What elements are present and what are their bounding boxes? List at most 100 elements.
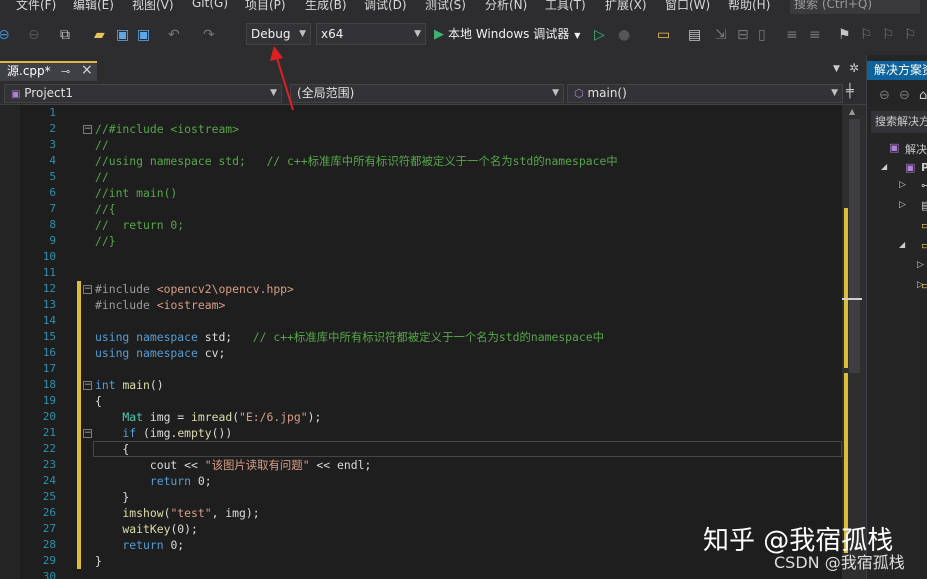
home-icon[interactable]: ⌂ — [919, 88, 927, 103]
menu-help[interactable]: 帮助(H) — [728, 0, 770, 13]
tab-list-icon[interactable]: ▼ — [833, 64, 840, 74]
code-token: using namespace — [95, 330, 205, 344]
back-icon[interactable]: ⊖ — [879, 88, 890, 103]
code-token: //{ — [95, 202, 116, 216]
project-item[interactable]: P — [921, 161, 927, 174]
menu-tools[interactable]: 工具(T) — [545, 0, 586, 13]
line-number: 3 — [49, 138, 56, 151]
solution-explorer-icon[interactable]: ▭ — [657, 27, 670, 43]
line-number: 29 — [42, 554, 56, 567]
expand-icon[interactable]: ◢ — [899, 240, 905, 249]
menu-project[interactable]: 项目(P) — [245, 0, 286, 13]
change-indicator — [77, 297, 81, 313]
code-token: , img); — [211, 506, 260, 520]
scroll-thumb[interactable] — [849, 119, 860, 373]
line-number: 1 — [49, 106, 56, 119]
split-icon[interactable]: ╪ — [846, 84, 854, 99]
undo-icon[interactable]: ↶ — [168, 27, 180, 43]
expand-icon[interactable]: ▷ — [917, 260, 924, 270]
line-number: 26 — [42, 506, 56, 519]
clear-bookmark-icon[interactable]: ⚐ — [904, 27, 917, 43]
menu-extensions[interactable]: 扩展(X) — [605, 0, 647, 13]
code-token: cout << — [95, 458, 205, 472]
gear-icon[interactable]: ✲ — [849, 61, 859, 75]
scroll-up-icon[interactable]: ▲ — [849, 107, 855, 116]
new-item-icon[interactable]: ⧉ — [60, 27, 70, 43]
config-dropdown[interactable]: Debug ▼ — [246, 23, 311, 45]
change-indicator — [77, 425, 81, 441]
code-token: return — [95, 474, 198, 488]
collapse-icon[interactable]: − — [83, 125, 92, 134]
expand-icon[interactable]: ◢ — [881, 162, 887, 171]
bookmark-icon[interactable]: ▯ — [758, 27, 766, 43]
code-line: //int main() — [95, 185, 177, 201]
layout-icon[interactable]: ▤ — [688, 27, 701, 43]
breakpoint-icon[interactable]: ⊟ — [737, 27, 749, 43]
back-icon[interactable]: ⊖ — [0, 27, 10, 43]
code-token: "test" — [170, 506, 212, 520]
code-token: <opencv2\opencv.hpp> — [156, 282, 294, 296]
code-line: //using namespace std; // c++标准库中所有标识符都被… — [95, 153, 618, 169]
line-number: 18 — [42, 378, 56, 391]
project-dropdown[interactable]: ▣ Project1 ▼ — [4, 84, 282, 103]
scope-dropdown[interactable]: (全局范围) ▼ — [290, 84, 564, 103]
code-token: <iostream> — [156, 298, 226, 312]
line-number: 27 — [42, 522, 56, 535]
save-icon[interactable]: ▣ — [116, 27, 129, 43]
collapse-icon[interactable]: − — [83, 285, 92, 294]
code-token: ()) — [211, 426, 233, 440]
expand-icon[interactable]: ▷ — [899, 180, 906, 190]
solution-item[interactable]: 解决 — [905, 141, 927, 157]
menu-analyze[interactable]: 分析(N) — [485, 0, 527, 13]
open-folder-icon[interactable]: ▰ — [94, 27, 105, 43]
step-icon[interactable]: ⇲ — [715, 27, 727, 43]
forward-icon[interactable]: ⊖ — [28, 27, 40, 43]
menu-edit[interactable]: 编辑(E) — [73, 0, 114, 13]
menu-debug[interactable]: 调试(D) — [364, 0, 407, 13]
menu-test[interactable]: 测试(S) — [425, 0, 466, 13]
code-line: if (img.empty()) — [95, 425, 232, 441]
hot-reload-icon[interactable]: ● — [618, 27, 630, 43]
forward-icon[interactable]: ⊖ — [899, 88, 910, 103]
navigation-bar: ▣ Project1 ▼ (全局范围) ▼ ⬡ main() ▼ ╪ — [0, 81, 866, 105]
menu-file[interactable]: 文件(F) — [16, 0, 56, 13]
menu-git[interactable]: Git(G) — [192, 0, 228, 10]
redo-icon[interactable]: ↷ — [203, 27, 215, 43]
vertical-scrollbar[interactable]: ▲ — [842, 105, 866, 579]
save-all-icon[interactable]: ▣ — [137, 27, 150, 43]
code-token: 0; — [197, 474, 212, 488]
code-token: #include — [95, 282, 157, 296]
bookmark-toggle-icon[interactable]: ⚑ — [838, 27, 851, 43]
expand-icon[interactable]: ▷ — [899, 200, 906, 210]
solution-search[interactable]: 搜索解决方 — [871, 111, 927, 133]
code-token: return — [95, 538, 171, 552]
tab-source-cpp[interactable]: 源.cpp* ⊸ × — [0, 61, 97, 81]
line-number: 10 — [42, 250, 56, 263]
collapse-icon[interactable]: − — [83, 381, 92, 390]
code-token: (0); — [170, 522, 198, 536]
next-bookmark-icon[interactable]: ⚐ — [882, 27, 895, 43]
prev-bookmark-icon[interactable]: ⚐ — [860, 27, 873, 43]
comment-icon[interactable]: ≡ — [786, 27, 798, 43]
line-number: 19 — [42, 394, 56, 407]
start-without-debug-icon[interactable]: ▷ — [594, 27, 605, 43]
code-token: Mat — [95, 410, 150, 424]
menu-window[interactable]: 窗口(W) — [665, 0, 710, 13]
uncomment-icon[interactable]: ≡ — [809, 27, 821, 43]
code-line: { — [95, 393, 102, 409]
run-debugger-button[interactable]: ▶ 本地 Windows 调试器 ▼ — [434, 23, 580, 45]
config-value: Debug — [251, 27, 291, 41]
line-number: 12 — [42, 282, 56, 295]
close-icon[interactable]: × — [81, 62, 93, 79]
pin-icon[interactable]: ⊸ — [61, 63, 70, 80]
collapse-icon[interactable]: − — [83, 429, 92, 438]
platform-dropdown[interactable]: x64 ▼ — [316, 23, 426, 45]
code-editor[interactable]: 1 2//#include <iostream> 3//4//using names… — [20, 105, 842, 579]
menu-build[interactable]: 生成(B) — [305, 0, 347, 13]
menu-view[interactable]: 视图(V) — [132, 0, 174, 13]
search-box[interactable]: 搜索 (Ctrl+Q) — [790, 0, 920, 14]
code-token: { — [95, 442, 130, 456]
member-dropdown[interactable]: ⬡ main() ▼ — [567, 84, 843, 103]
line-number: 21 — [42, 426, 56, 439]
change-indicator — [77, 473, 81, 489]
